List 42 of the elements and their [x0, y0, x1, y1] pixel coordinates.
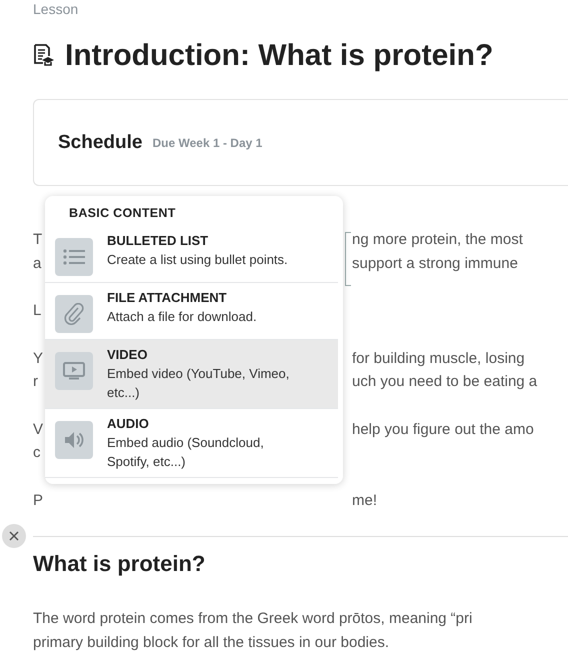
- selection-bracket: [345, 232, 351, 286]
- schedule-label: Schedule: [58, 132, 142, 154]
- menu-heading: BASIC CONTENT: [68, 206, 177, 222]
- menu-item[interactable]: FILE ATTACHMENT Attach a file for download.: [45, 283, 338, 340]
- body-text: support a strong immune: [352, 254, 518, 274]
- breadcrumb: Lesson: [33, 0, 80, 17]
- body-text: T: [33, 230, 42, 250]
- menu-item[interactable]: AUDIO Embed audio (Soundcloud, Spotify, etc...): [45, 409, 338, 478]
- speaker-icon: [64, 431, 84, 449]
- menu-item[interactable]: VIDEO Embed video (YouTube, Vimeo, etc...): [45, 340, 338, 409]
- lesson-title: Introduction: What is protein?: [65, 39, 494, 73]
- item-title: VIDEO: [107, 346, 148, 364]
- item-description: Embed audio (Soundcloud, Spotify, etc...): [107, 434, 265, 471]
- body-text: Y: [33, 348, 44, 368]
- body-text: c: [33, 443, 40, 463]
- menu-item[interactable]: BULLETED LIST Create a list using bullet points.: [45, 226, 338, 283]
- close-icon: [9, 531, 19, 541]
- body-text: V: [33, 420, 44, 440]
- item-title: FILE ATTACHMENT: [107, 289, 227, 307]
- paragraph-line: primary building block for all the tissues in our bodies.: [33, 634, 390, 651]
- close-button[interactable]: [2, 524, 26, 548]
- item-title: AUDIO: [107, 415, 149, 433]
- item-description: Attach a file for download.: [107, 308, 257, 326]
- item-title: BULLETED LIST: [107, 232, 208, 250]
- section-heading: What is protein?: [33, 551, 206, 577]
- body-text: for building muscle, losing: [352, 348, 525, 368]
- body-text: help you figure out the amo: [352, 420, 534, 440]
- video-player-icon: [63, 362, 85, 380]
- body-text: me!: [352, 490, 378, 510]
- paragraph-line: The word protein comes from the Greek word prōtos, meaning “pri: [33, 610, 472, 627]
- item-description: Embed video (YouTube, Vimeo, etc...): [107, 365, 290, 402]
- body-text: uch you need to be eating a: [352, 372, 538, 392]
- item-description: Create a list using bullet points.: [107, 251, 288, 269]
- paperclip-icon: [64, 303, 84, 325]
- body-text: r: [33, 372, 38, 392]
- body-text: P: [33, 490, 44, 510]
- list-icon: [63, 249, 85, 265]
- body-text: ng more protein, the most: [352, 230, 523, 250]
- body-text: a: [33, 254, 42, 274]
- due-date: Due Week 1 - Day 1: [152, 136, 262, 150]
- body-text: L: [33, 301, 42, 321]
- lesson-document-icon: [33, 44, 55, 68]
